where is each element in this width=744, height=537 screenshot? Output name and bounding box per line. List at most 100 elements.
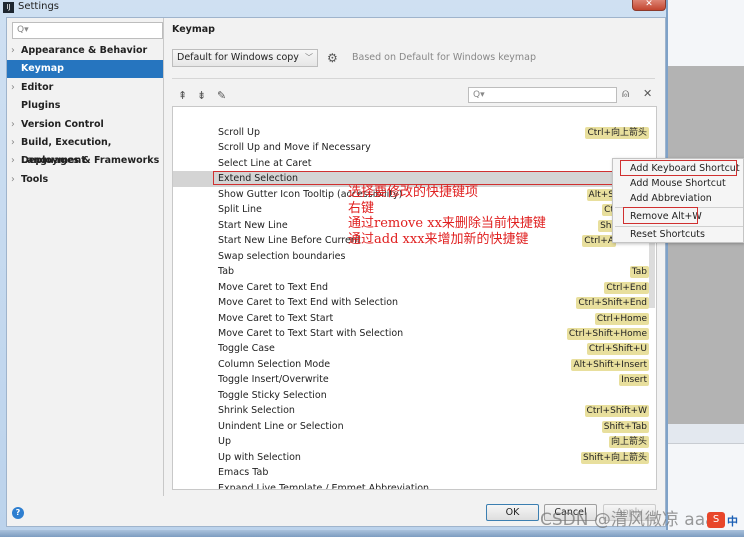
action-name: Split Line [218, 204, 262, 216]
divider [172, 78, 655, 79]
highlight-box [213, 171, 623, 185]
sidebar-item-editor[interactable]: › Editor [7, 79, 163, 97]
ok-button[interactable]: OK [486, 504, 539, 521]
gear-icon[interactable]: ⚙ [327, 51, 338, 65]
settings-sidebar: Q▾ › Appearance & Behavior Keymap › Editor Pl… [7, 18, 164, 496]
edit-pencil-icon[interactable]: ✎ [217, 89, 226, 102]
sidebar-item-plugins[interactable]: Plugins [7, 97, 163, 115]
annotation-line: 通过add xxx来增加新的快捷键 [348, 231, 529, 247]
keymap-dropdown[interactable]: Default for Windows copy ﹀ [172, 49, 318, 67]
shortcut-chip: Shift+向上箭头 [581, 451, 649, 464]
action-row[interactable]: Toggle Insert/Overwrite Insert [173, 372, 656, 387]
sidebar-item-label: Tools [21, 173, 49, 185]
chevron-down-icon: ﹀ [305, 53, 313, 62]
action-row[interactable]: Move Caret to Text Start Ctrl+Home [173, 311, 656, 326]
shortcut-chip: Shift+Tab [601, 420, 649, 433]
shortcut-chip: Tab [629, 266, 649, 279]
shortcut-chip: Ctrl+Shift+Home [566, 327, 649, 340]
settings-search-input[interactable]: Q▾ [12, 22, 163, 39]
action-name: Move Caret to Text Start with Selection [218, 327, 404, 339]
background-editor [668, 66, 744, 424]
find-by-shortcut-icon[interactable]: ⍝ [622, 86, 629, 101]
background-statusbar [668, 424, 744, 444]
sidebar-item-appearance-behavior[interactable]: › Appearance & Behavior [7, 42, 163, 60]
menu-item-reset-shortcuts[interactable]: Reset Shortcuts [630, 227, 705, 242]
watermark: CSDN @清风微凉 aaa [540, 510, 716, 530]
action-row[interactable]: Scroll Up Ctrl+向上箭头 [173, 125, 656, 140]
taskbar [0, 530, 744, 537]
action-row[interactable]: Toggle Sticky Selection [173, 388, 656, 403]
action-row[interactable]: Column Selection Mode Alt+Shift+Insert [173, 357, 656, 372]
context-menu: Add Keyboard Shortcut Add Mouse Shortcut… [612, 158, 744, 243]
sidebar-item-version-control[interactable]: › Version Control [7, 116, 163, 134]
chevron-right-icon: › [11, 173, 15, 185]
action-name: Move Caret to Text End [218, 281, 329, 293]
menu-item-add-mouse-shortcut[interactable]: Add Mouse Shortcut [630, 176, 726, 191]
action-name: Toggle Insert/Overwrite [218, 374, 329, 386]
keymap-value: Default for Windows copy [177, 52, 299, 63]
sidebar-item-languages-frameworks[interactable]: › Languages & Frameworks [7, 152, 163, 170]
action-name: Up with Selection [218, 451, 301, 463]
chevron-right-icon: › [11, 118, 15, 130]
shortcut-chip: Alt+Shift+Insert [571, 358, 649, 371]
title-bar: IJ Settings ✕ [0, 0, 668, 16]
action-row[interactable]: Select Line at Caret [173, 156, 656, 171]
chevron-right-icon: › [11, 155, 15, 167]
action-row[interactable]: Scroll Up and Move if Necessary [173, 140, 656, 155]
action-row[interactable]: Tab Tab [173, 264, 656, 279]
settings-dialog: IJ Settings ✕ Q▾ › Appearance & Behavior K… [0, 0, 668, 530]
menu-item-add-abbreviation[interactable]: Add Abbreviation [630, 191, 712, 206]
action-row[interactable]: Move Caret to Text End with Selection Ctr… [173, 295, 656, 310]
shortcut-chip: Ctrl+Shift+End [576, 297, 649, 310]
action-row[interactable]: Toggle Case Ctrl+Shift+U [173, 341, 656, 356]
sidebar-item-build-execution-deployment[interactable]: › Build, Execution, Deployment [7, 134, 163, 166]
action-name: Toggle Case [218, 343, 275, 355]
action-name: Scroll Up [218, 127, 261, 138]
annotation-line: 通过remove xx来删除当前快捷键 [348, 216, 546, 231]
action-row[interactable]: Emacs Tab [173, 465, 656, 480]
sidebar-item-label: Editor [21, 81, 54, 93]
keymap-filter-input[interactable]: Q▾ [468, 87, 617, 103]
action-name: Scroll Up and Move if Necessary [218, 142, 371, 154]
chevron-right-icon: › [11, 81, 15, 93]
action-name: Up [218, 436, 231, 448]
action-row[interactable]: Up with Selection Shift+向上箭头 [173, 450, 656, 465]
sidebar-item-keymap[interactable]: Keymap [7, 60, 163, 79]
highlight-box [623, 207, 698, 224]
action-row[interactable]: Up 向上箭头 [173, 434, 656, 449]
ime-logo-icon: S [707, 512, 725, 528]
sidebar-item-label: Languages & Frameworks [21, 155, 160, 167]
annotation-line: 右键 [348, 200, 375, 216]
shortcut-chip: Ctrl+Shift+W [584, 405, 649, 418]
actions-list: Scroll Up Ctrl+向上箭头 Scroll Up and Move if … [172, 106, 657, 490]
shortcut-chip: Ctrl+Shift+U [586, 343, 649, 356]
action-name: Move Caret to Text End with Selection [218, 297, 399, 309]
close-button[interactable]: ✕ [632, 0, 666, 11]
page-title: Keymap [172, 24, 215, 35]
sidebar-item-tools[interactable]: › Tools [7, 171, 163, 189]
sidebar-item-label: Version Control [21, 118, 104, 130]
action-row[interactable]: Move Caret to Text End Ctrl+End [173, 280, 656, 295]
action-name: Unindent Line or Selection [218, 420, 344, 432]
action-row[interactable]: Move Caret to Text Start with Selection C… [173, 326, 656, 341]
clear-filter-icon[interactable]: ✕ [643, 87, 652, 100]
annotation-text: 选择要修改的快捷键项 右键 通过remove xx来删除当前快捷键 通过add … [348, 185, 546, 247]
ime-language-indicator[interactable]: 中 [727, 513, 738, 529]
based-on-label: Based on Default for Windows keymap [352, 52, 537, 63]
action-name: Swap selection boundaries [218, 250, 346, 262]
collapse-all-icon[interactable]: ⇟ [197, 89, 206, 102]
expand-all-icon[interactable]: ⇞ [178, 89, 187, 102]
action-row[interactable]: Expand Live Template / Emmet Abbreviatio… [173, 481, 656, 490]
action-row[interactable]: Shrink Selection Ctrl+Shift+W [173, 403, 656, 418]
action-name: Start New Line [218, 219, 288, 231]
action-name: Move Caret to Text Start [218, 312, 334, 324]
action-name: Shrink Selection [218, 405, 295, 417]
action-name: Expand Live Template / Emmet Abbreviatio… [218, 482, 430, 490]
window-title: Settings [18, 1, 60, 12]
action-name: Column Selection Mode [218, 358, 331, 370]
action-name: Emacs Tab [218, 467, 269, 479]
action-row[interactable]: Swap selection boundaries [173, 249, 656, 264]
action-row[interactable]: Unindent Line or Selection Shift+Tab [173, 419, 656, 434]
shortcut-chip: Ctrl+A [582, 235, 616, 248]
help-button[interactable]: ? [12, 507, 24, 519]
